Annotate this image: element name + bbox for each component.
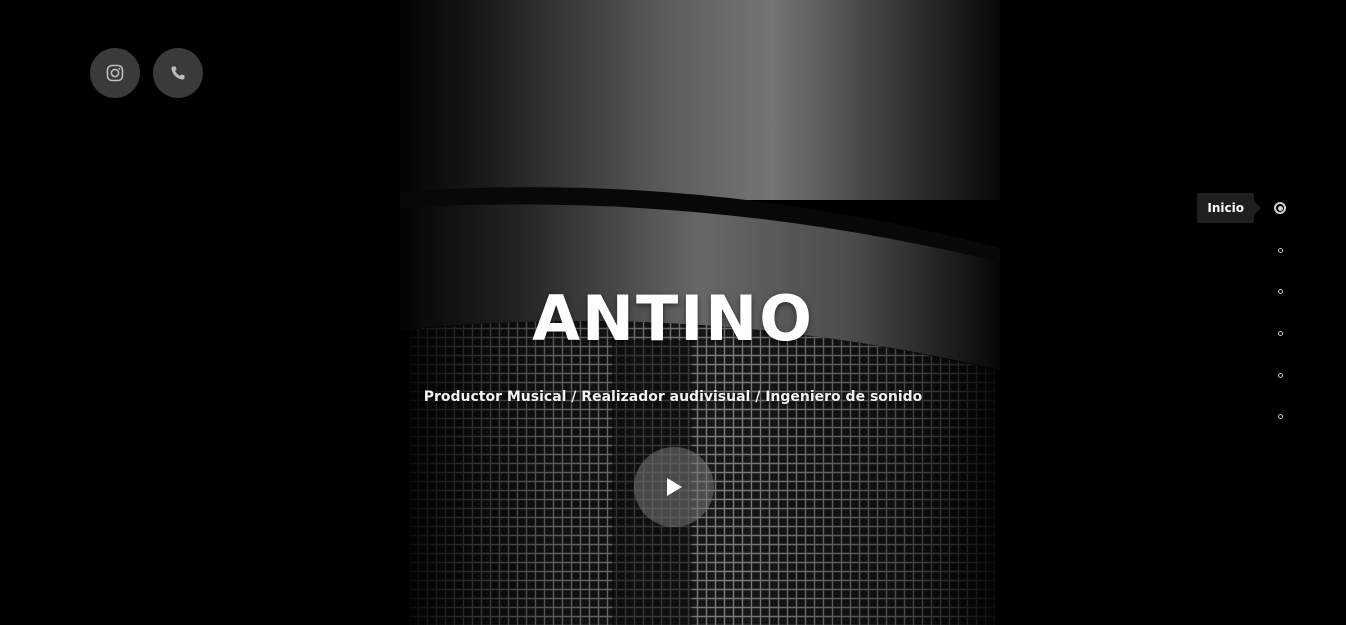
site-title: ANTINO xyxy=(532,282,814,355)
hero-text: ANTINO Productor Musical / Realizador au… xyxy=(0,280,1346,405)
instagram-button[interactable] xyxy=(90,48,140,98)
nav-dot-inicio[interactable] xyxy=(1270,198,1290,218)
dot-icon xyxy=(1277,372,1283,378)
dot-icon xyxy=(1277,288,1283,294)
nav-tooltip: Inicio xyxy=(1197,193,1261,223)
dot-icon xyxy=(1277,247,1283,253)
hero-section: ANTINO Productor Musical / Realizador au… xyxy=(0,0,1346,625)
nav-dot-4[interactable] xyxy=(1270,323,1290,343)
play-video-button[interactable] xyxy=(634,447,714,527)
play-icon xyxy=(667,478,682,496)
phone-button[interactable] xyxy=(153,48,203,98)
nav-dot-6[interactable] xyxy=(1270,406,1290,426)
social-links xyxy=(90,48,203,98)
active-dot-icon xyxy=(1274,202,1286,214)
nav-dot-3[interactable] xyxy=(1270,281,1290,301)
dot-icon xyxy=(1277,413,1283,419)
instagram-icon xyxy=(106,64,124,82)
site-subtitle: Productor Musical / Realizador audivisua… xyxy=(423,389,923,405)
nav-dot-5[interactable] xyxy=(1270,365,1290,385)
dot-icon xyxy=(1277,330,1283,336)
nav-dot-2[interactable] xyxy=(1270,240,1290,260)
phone-icon xyxy=(171,66,185,80)
